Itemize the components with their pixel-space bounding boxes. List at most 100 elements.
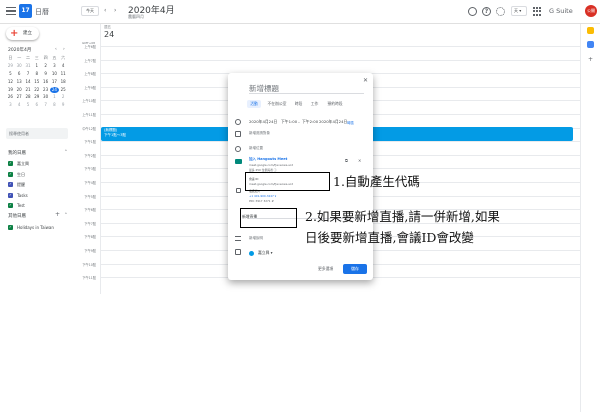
calendar-list-item[interactable]: ✓ Holidays in Taiwan [8, 224, 70, 232]
view-selector[interactable]: 天 ▾ [511, 6, 527, 16]
mini-calendar-day[interactable]: 16 [41, 79, 50, 86]
checkbox-icon[interactable]: ✓ [8, 203, 13, 208]
mini-calendar-day[interactable]: 3 [6, 102, 15, 109]
calendar-list-item[interactable]: ✓ Test [8, 202, 70, 210]
calendar-list-item[interactable]: ✓ 生日 [8, 171, 70, 179]
other-calendars-header[interactable]: 其他日曆 [8, 213, 26, 219]
mini-calendar-day[interactable]: 26 [6, 94, 15, 101]
mini-calendar-day[interactable]: 2 [41, 63, 50, 70]
more-options-button[interactable]: 更多選項 [318, 266, 333, 272]
search-icon[interactable] [468, 7, 477, 16]
calendar-owner-select[interactable]: 嘉立興 ▾ [258, 250, 273, 256]
get-addons-icon[interactable]: + [588, 57, 593, 63]
mini-calendar-day[interactable]: 22 [32, 87, 41, 94]
calendar-list-item[interactable]: ✓ Tasks [8, 192, 70, 200]
mini-calendar-day[interactable]: 23 [41, 87, 50, 94]
mini-calendar-day[interactable]: 3 [50, 63, 59, 70]
mini-calendar-day[interactable]: 31 [24, 63, 33, 70]
checkbox-icon[interactable]: ✓ [8, 182, 13, 187]
mini-calendar-day[interactable]: 29 [6, 63, 15, 70]
day-number[interactable]: 24 [104, 30, 114, 39]
tab-task[interactable]: 工作 [308, 100, 321, 108]
add-guests-input[interactable]: 新增邀請對象 [249, 131, 270, 136]
checkbox-icon[interactable]: ✓ [8, 225, 13, 230]
today-button[interactable]: 今天 [81, 6, 99, 16]
close-icon[interactable]: ✕ [363, 77, 368, 84]
mini-calendar-day[interactable]: 29 [32, 94, 41, 101]
chevron-up-icon[interactable]: ⌃ [64, 150, 68, 155]
copy-icon[interactable]: ⧉ [345, 158, 348, 163]
mini-calendar-day[interactable]: 4 [59, 63, 68, 70]
mini-calendar-day[interactable]: 15 [32, 79, 41, 86]
mini-calendar-day[interactable]: 21 [24, 87, 33, 94]
mini-calendar-day[interactable]: 2 [59, 94, 68, 101]
mini-calendar-day[interactable]: 7 [41, 102, 50, 109]
location-input[interactable]: 新增位置 [249, 146, 263, 151]
mini-calendar-day[interactable]: 10 [50, 71, 59, 78]
mini-calendar-day[interactable]: 30 [41, 94, 50, 101]
calendar-list-item[interactable]: ✓ 提醒 [8, 181, 70, 189]
event-color-dot[interactable] [249, 251, 254, 256]
mini-calendar-day[interactable]: 5 [24, 102, 33, 109]
apps-grid-icon[interactable] [533, 7, 542, 16]
start-date[interactable]: 2020年4月24日 [249, 119, 277, 125]
end-date[interactable]: 2020年4月24日 [319, 119, 347, 125]
mini-calendar-day[interactable]: 11 [59, 71, 68, 78]
checkbox-icon[interactable]: ✓ [8, 171, 13, 177]
my-calendars-header[interactable]: 我的日曆 [8, 150, 26, 156]
account-avatar[interactable]: 公開 [585, 5, 597, 17]
mini-calendar-day[interactable]: 4 [15, 102, 24, 109]
meet-url[interactable]: meet.google.com/fjw-wcwe-scd [249, 163, 293, 167]
tab-slot[interactable]: 時段 [292, 100, 305, 108]
mini-calendar-day[interactable]: 6 [32, 102, 41, 109]
mini-prev-icon[interactable]: ‹ [55, 47, 57, 52]
checkbox-icon[interactable]: ✓ [8, 161, 13, 166]
mini-next-icon[interactable]: › [63, 47, 65, 52]
checkbox-icon[interactable]: ✓ [8, 192, 13, 198]
tasks-icon[interactable] [587, 41, 594, 48]
main-menu-icon[interactable] [6, 7, 16, 15]
mini-calendar-day[interactable]: 18 [59, 79, 68, 86]
save-button[interactable]: 儲存 [343, 264, 367, 274]
chevron-up-icon[interactable]: ⌃ [64, 213, 68, 218]
mini-calendar-selected-day[interactable]: 24 [49, 86, 59, 94]
join-meet-link[interactable]: 加入 Hangouts Meet [249, 157, 287, 162]
mini-calendar-day[interactable]: 27 [15, 94, 24, 101]
mini-calendar-day[interactable]: 9 [59, 102, 68, 109]
start-time[interactable]: 下午1:00 [281, 119, 297, 125]
mini-calendar-day[interactable]: 1 [32, 63, 41, 70]
remove-conference-icon[interactable]: ✕ [358, 158, 361, 163]
mini-calendar-day[interactable]: 7 [24, 71, 33, 78]
mini-calendar-day[interactable]: 30 [15, 63, 24, 70]
timezone-link[interactable]: 時區 [347, 121, 354, 126]
mini-calendar-day[interactable]: 6 [15, 71, 24, 78]
help-icon[interactable]: ? [482, 7, 491, 16]
next-period-icon[interactable]: › [114, 8, 116, 14]
end-time[interactable]: 下午2:00 [302, 119, 318, 125]
mini-calendar-day[interactable]: 14 [24, 79, 33, 86]
mini-calendar-day[interactable]: 17 [50, 79, 59, 86]
create-plus-icon: + [10, 28, 19, 39]
mini-calendar-day[interactable]: 5 [6, 71, 15, 78]
description-input[interactable]: 新增說明 [249, 236, 263, 241]
add-calendar-icon[interactable]: + [55, 212, 60, 218]
mini-calendar-day[interactable]: 20 [15, 87, 24, 94]
mini-calendar-day[interactable]: 13 [15, 79, 24, 86]
mini-calendar-day[interactable]: 25 [59, 87, 68, 94]
mini-calendar-day[interactable]: 8 [50, 102, 59, 109]
mini-calendar-day[interactable]: 9 [41, 71, 50, 78]
mini-calendar-day[interactable]: 8 [32, 71, 41, 78]
settings-gear-icon[interactable] [496, 7, 505, 16]
mini-calendar-day[interactable]: 28 [24, 94, 33, 101]
tab-out-of-office[interactable]: 不在辦公室 [265, 100, 289, 108]
mini-calendar-day[interactable]: 19 [6, 87, 15, 94]
mini-calendar-day[interactable]: 1 [50, 94, 59, 101]
people-search-input[interactable]: 搜尋使用者 [6, 128, 68, 139]
mini-calendar-day[interactable]: 12 [6, 79, 15, 86]
calendar-list-item[interactable]: ✓ 嘉立興 [8, 160, 70, 168]
keep-icon[interactable] [587, 27, 594, 34]
phone-number[interactable]: +1 401-900-3247 ▾ [249, 194, 276, 198]
tab-event[interactable]: 活動 [247, 100, 261, 108]
prev-period-icon[interactable]: ‹ [104, 8, 106, 14]
tab-appointment[interactable]: 預約時段 [324, 100, 346, 108]
